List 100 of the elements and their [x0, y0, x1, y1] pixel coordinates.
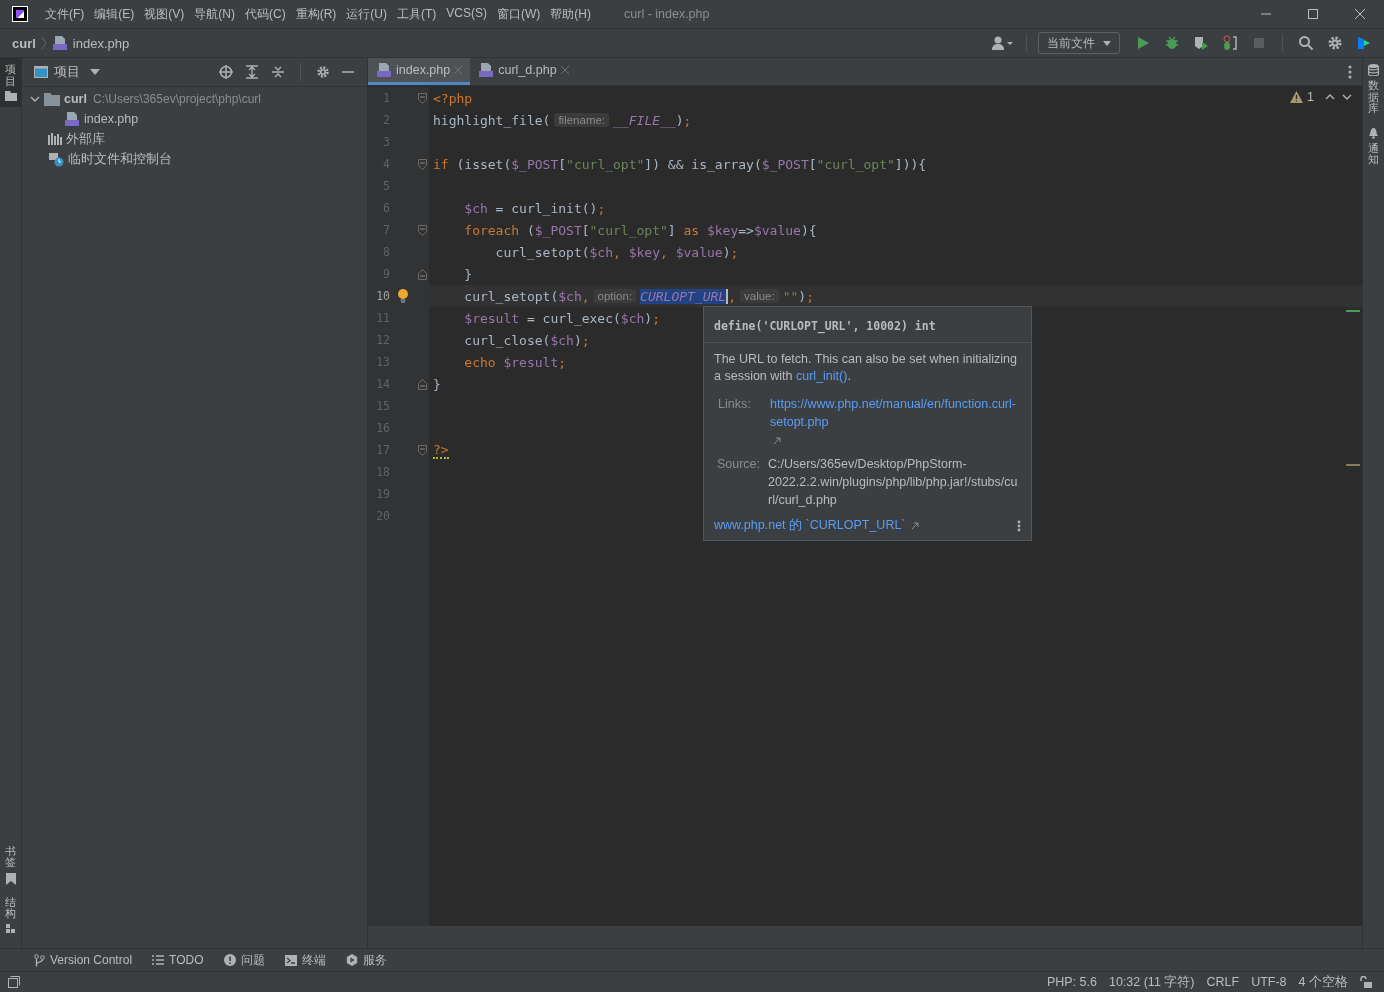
coverage-icon[interactable]	[1193, 35, 1209, 51]
lightbulb-icon[interactable]	[398, 288, 408, 304]
editor-tab[interactable]: index.php	[368, 58, 471, 85]
run-config-dropdown[interactable]: 当前文件	[1038, 32, 1120, 54]
code-token: [	[808, 156, 817, 172]
caret-icon[interactable]	[90, 69, 100, 75]
code-token: ,	[728, 288, 736, 304]
more-icon[interactable]	[1017, 519, 1021, 532]
status-item[interactable]: 4 个空格	[1298, 973, 1348, 991]
status-item[interactable]: 10:32 (11 字符)	[1108, 973, 1195, 991]
code-token: $ch	[620, 310, 645, 326]
doc-link[interactable]: www.php.net 的 `CURLOPT_URL`	[714, 517, 906, 534]
code-token: ;	[652, 310, 660, 326]
code-token: $value	[674, 244, 723, 260]
code-token: ;	[581, 332, 590, 348]
chevron-icon[interactable]	[30, 94, 40, 104]
code-token: $key	[627, 244, 660, 260]
expand-all-icon[interactable]	[245, 65, 259, 79]
panel-title[interactable]: 项目	[54, 63, 80, 81]
profiler-icon[interactable]	[1222, 35, 1238, 51]
locate-icon[interactable]	[219, 65, 233, 79]
line-number: 10	[375, 289, 390, 303]
warning-count[interactable]: 1	[1307, 90, 1314, 104]
scratch-icon	[48, 151, 64, 167]
chevron-up-icon[interactable]	[1325, 94, 1335, 100]
code-token: $key	[705, 222, 739, 238]
collapse-all-icon[interactable]	[271, 65, 285, 79]
code-token: $result	[502, 354, 559, 370]
menu-item[interactable]: 导航(N)	[189, 5, 240, 23]
php-file-icon	[376, 62, 392, 78]
lock-icon[interactable]	[1360, 976, 1372, 988]
links-label: Links:	[717, 396, 752, 413]
tool-window-tab[interactable]: 书签	[0, 839, 21, 891]
library-icon	[48, 133, 62, 145]
scroll-marker[interactable]	[1346, 464, 1360, 466]
code-token: ])){	[894, 156, 927, 172]
code-token: ){	[800, 222, 817, 238]
play-hexagon-icon	[345, 954, 358, 966]
tool-window-button[interactable]: 服务	[345, 951, 387, 969]
tree-item[interactable]: index.php	[84, 112, 139, 126]
search-icon[interactable]	[1298, 35, 1314, 51]
code-token: as	[683, 222, 700, 238]
tool-window-button[interactable]: TODO	[152, 953, 204, 967]
layout-icon[interactable]	[8, 976, 20, 988]
editor-tab[interactable]: curl_d.php	[470, 58, 577, 85]
bell-icon	[1368, 126, 1379, 139]
code-token: $value	[753, 222, 801, 238]
tool-window-tab[interactable]: 数据库	[1363, 58, 1384, 121]
menu-item[interactable]: 运行(U)	[341, 5, 392, 23]
code-token: if	[433, 156, 449, 172]
code-token: )	[798, 288, 807, 304]
bug-icon[interactable]	[1164, 35, 1180, 51]
status-item[interactable]: CRLF	[1206, 975, 1240, 989]
plugin-logo-icon[interactable]	[1356, 35, 1372, 51]
database-icon	[1368, 64, 1379, 76]
user-icon[interactable]	[991, 35, 1015, 51]
status-item[interactable]: PHP: 5.6	[1046, 975, 1097, 989]
tree-item-path: C:\Users\365ev\project\php\curl	[92, 92, 261, 106]
run-icon[interactable]	[1135, 35, 1151, 51]
menu-item[interactable]: 代码(C)	[240, 5, 291, 23]
menu-item[interactable]: 重构(R)	[290, 5, 342, 23]
status-item[interactable]: UTF-8	[1251, 975, 1287, 989]
code-token: ,	[613, 244, 621, 260]
tool-window-tab[interactable]: 项目	[0, 58, 21, 108]
code-token: curl_close(	[463, 332, 551, 348]
breadcrumb-item[interactable]: curl	[12, 35, 36, 51]
tree-item[interactable]: 临时文件和控制台	[68, 150, 172, 168]
settings-icon[interactable]	[316, 65, 330, 79]
scroll-marker[interactable]	[1346, 310, 1360, 312]
tool-window-button[interactable]: 终端	[284, 951, 326, 969]
menu-item[interactable]: 工具(T)	[392, 5, 442, 23]
settings-icon[interactable]	[1327, 35, 1343, 51]
inlay-hint: filename:	[554, 113, 610, 127]
menu-item[interactable]: 文件(F)	[40, 5, 90, 23]
list-icon	[152, 955, 165, 965]
menu-item[interactable]: VCS(S)	[441, 5, 492, 23]
doc-link[interactable]: https://www.php.net/manual/en/function.curl-setopt.php	[770, 395, 1021, 431]
breadcrumb-item[interactable]: index.php	[72, 35, 130, 51]
tool-window-tab[interactable]: 结构	[0, 890, 21, 940]
doc-description: The URL to fetch. This can also be set when initializing a session with curl_init().	[714, 351, 1018, 385]
more-icon[interactable]	[1348, 64, 1352, 79]
tool-window-button[interactable]: Version Control	[34, 953, 133, 967]
menu-item[interactable]: 视图(V)	[139, 5, 190, 23]
menu-item[interactable]: 窗口(W)	[492, 5, 546, 23]
menu-item[interactable]: 帮助(H)	[545, 5, 596, 23]
code-token: highlight_file(	[433, 112, 551, 128]
tree-item[interactable]: curl	[64, 92, 87, 106]
code-token: $_POST	[534, 222, 582, 238]
close-icon[interactable]	[1354, 8, 1366, 20]
code-token: (isset(	[455, 156, 512, 172]
tool-window-button[interactable]: 问题	[223, 951, 265, 969]
warning-icon[interactable]	[1290, 91, 1304, 103]
code-token: }	[463, 266, 473, 282]
tree-item[interactable]: 外部库	[66, 130, 105, 148]
code-token: = curl_exec(	[525, 310, 621, 326]
menu-item[interactable]: 编辑(E)	[89, 5, 140, 23]
chevron-down-icon[interactable]	[1342, 94, 1352, 100]
folder-icon	[4, 91, 17, 102]
maximize-icon[interactable]	[1307, 8, 1319, 20]
tool-window-tab[interactable]: 通知	[1363, 120, 1384, 172]
